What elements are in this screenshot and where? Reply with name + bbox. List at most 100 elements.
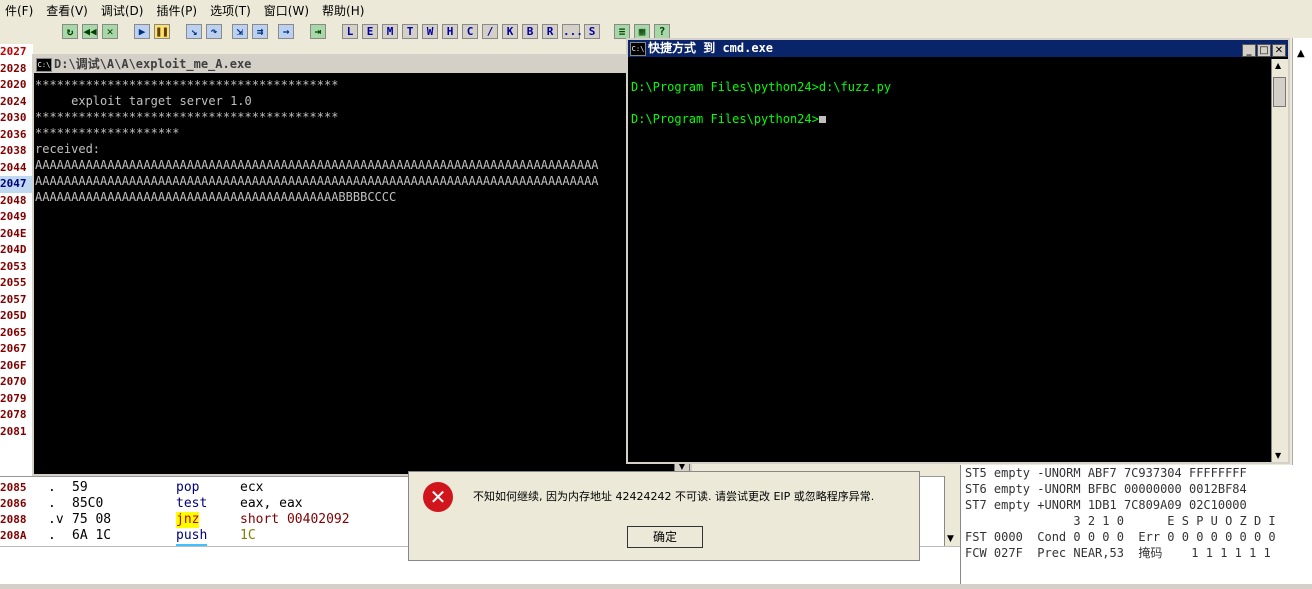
exploit-console-output: ****************************************… (34, 73, 690, 457)
ok-button[interactable]: 确定 (627, 526, 703, 548)
menu-item-4[interactable]: 选项(T) (205, 0, 259, 22)
disasm-address: 2086 (0, 497, 27, 510)
chevron-up-icon[interactable]: ▲ (1297, 48, 1305, 59)
gutter-address: 2024 (0, 94, 27, 108)
gutter-address: 2028 (0, 61, 27, 75)
toolbar-window-button[interactable]: E (362, 24, 378, 39)
gutter-address: 2055 (0, 276, 27, 289)
menu-item-0[interactable]: 件(F) (0, 0, 41, 22)
disasm-row[interactable]: 2086. 85C0 test eax, eax (0, 496, 420, 512)
step-over-icon[interactable]: ↷ (206, 24, 222, 39)
close-icon[interactable]: ✕ (1272, 44, 1286, 57)
exploit-window-titlebar[interactable]: C:\ D:\调试\A\A\exploit_me_A.exe (34, 56, 690, 73)
help-icon[interactable]: ? (654, 24, 670, 39)
gutter-address: 2027 (0, 45, 27, 58)
toolbar-window-button[interactable]: R (542, 24, 558, 39)
gutter-address: 2053 (0, 259, 27, 273)
toolbar-window-button[interactable]: L (342, 24, 358, 39)
gutter-address: 2067 (0, 342, 27, 355)
disasm-row[interactable]: 2085. 59 pop ecx (0, 480, 420, 496)
rewind-icon[interactable]: ◀◀ (82, 24, 98, 39)
disasm-address: 2088 (0, 513, 27, 526)
right-side-pane: ▲ (1292, 38, 1312, 465)
console-line: AAAAAAAAAAAAAAAAAAAAAAAAAAAAAAAAAAAAAAAA… (35, 174, 599, 188)
grid-icon[interactable]: ▦ (634, 24, 650, 39)
toolbar-window-button[interactable]: T (402, 24, 418, 39)
exploit-console-window[interactable]: C:\ D:\调试\A\A\exploit_me_A.exe *********… (32, 54, 692, 476)
trace-into-icon[interactable]: ⇲ (232, 24, 248, 39)
toolbar-window-button[interactable]: K (502, 24, 518, 39)
console-line: ******************** (35, 126, 180, 140)
run-icon[interactable]: ▶ (134, 24, 150, 39)
fpu-register-line: ST5 empty -UNORM ABF7 7C937304 FFFFFFFF (965, 466, 1247, 480)
cmd-window-titlebar[interactable]: C:\ 快捷方式 到 cmd.exe _ □ ✕ (628, 40, 1288, 57)
console-line: ****************************************… (35, 78, 339, 92)
gutter-address: 2070 (0, 375, 27, 388)
scroll-down-icon[interactable]: ▼ (1275, 451, 1281, 460)
error-dialog: ✕ 不知如何继续, 因为内存地址 42424242 不可读. 请尝试更改 EIP… (408, 471, 920, 561)
scroll-down-icon[interactable]: ▼ (947, 534, 954, 544)
fpu-registers-pane: ST5 empty -UNORM ABF7 7C937304 FFFFFFFF S… (960, 465, 1312, 587)
gutter-address: 2038 (0, 144, 27, 157)
gutter-address: 2079 (0, 391, 27, 405)
toolbar-window-button[interactable]: / (482, 24, 498, 39)
trace-over-icon[interactable]: ⇉ (252, 24, 268, 39)
gutter-address: 205D (0, 309, 27, 322)
fpu-register-line: FCW 027F Prec NEAR,53 掩码 1 1 1 1 1 1 (965, 546, 1271, 560)
toolbar-window-button[interactable]: M (382, 24, 398, 39)
scrollbar-thumb[interactable] (1273, 77, 1286, 107)
status-bar (0, 584, 1312, 589)
console-line: received: (35, 142, 101, 156)
list-icon[interactable]: ≡ (614, 24, 630, 39)
menu-item-3[interactable]: 插件(P) (151, 0, 205, 22)
disasm-mnemonic: pop (176, 480, 200, 495)
disasm-row[interactable]: 208A. 6A 1C push 1C (0, 528, 420, 546)
toolbar-window-button[interactable]: S (584, 24, 600, 39)
goto-icon[interactable]: ⇥ (310, 24, 326, 39)
fpu-register-line: 3 2 1 0 E S P U O Z D I (965, 514, 1276, 528)
scroll-up-icon[interactable]: ▲ (1275, 61, 1281, 70)
menu-item-2[interactable]: 调试(D) (96, 0, 152, 22)
disasm-hex: 85C0 (72, 496, 104, 511)
disasm-mnemonic: push (176, 528, 208, 546)
cmd-window[interactable]: C:\ 快捷方式 到 cmd.exe _ □ ✕ D:\Program Files\… (626, 38, 1290, 464)
step-into-icon[interactable]: ↘ (186, 24, 202, 39)
gutter-address: 2078 (0, 408, 27, 421)
error-message: 不知如何继续, 因为内存地址 42424242 不可读. 请尝试更改 EIP 或… (473, 490, 875, 503)
minimize-icon[interactable]: _ (1242, 44, 1256, 57)
console-line: D:\Program Files\python24>d:\fuzz.py (631, 80, 892, 94)
cmd-scrollbar[interactable]: ▲ ▼ (1271, 59, 1288, 462)
menu-item-6[interactable]: 帮助(H) (317, 0, 372, 22)
exploit-window-title: D:\调试\A\A\exploit_me_A.exe (54, 57, 252, 71)
open-icon[interactable]: ↻ (62, 24, 78, 39)
console-line: D:\Program Files\python24> (631, 111, 1288, 127)
execute-till-return-icon[interactable]: → (278, 24, 294, 39)
pause-icon[interactable]: ❚❚ (154, 24, 170, 39)
gutter-address: 2065 (0, 325, 27, 339)
disasm-address: 208A (0, 529, 27, 542)
gutter-address: 2057 (0, 292, 27, 306)
fpu-register-line: ST6 empty -UNORM BFBC 00000000 0012BF84 (965, 482, 1247, 496)
disasm-operand: ecx (240, 480, 264, 495)
maximize-icon[interactable]: □ (1257, 44, 1271, 57)
disasm-row[interactable]: 2088 .v 75 08 jnz short 00402092 (0, 512, 420, 528)
menu-item-5[interactable]: 窗口(W) (259, 0, 317, 22)
console-line: AAAAAAAAAAAAAAAAAAAAAAAAAAAAAAAAAAAAAAAA… (35, 190, 397, 204)
gutter-address: 204E (0, 226, 27, 240)
close-icon[interactable]: ✕ (102, 24, 118, 39)
menu-bar: 件(F) 查看(V) 调试(D) 插件(P) 选项(T) 窗口(W) 帮助(H) (0, 0, 1312, 23)
gutter-address: 2049 (0, 210, 27, 223)
menu-item-1[interactable]: 查看(V) (41, 0, 96, 22)
gutter-address: 2030 (0, 111, 27, 124)
toolbar-window-button[interactable]: B (522, 24, 538, 39)
disasm-scrollbar[interactable]: ▼ (944, 476, 960, 546)
disasm-hex: 59 (72, 480, 88, 495)
disasm-operand: eax, eax (240, 496, 303, 511)
toolbar-window-button[interactable]: C (462, 24, 478, 39)
toolbar-window-button[interactable]: ... (562, 24, 583, 39)
disasm-hex: 6A 1C (72, 528, 112, 543)
cursor-icon (818, 116, 826, 123)
toolbar-window-button[interactable]: H (442, 24, 458, 39)
gutter-address: 206F (0, 358, 27, 372)
toolbar-window-button[interactable]: W (422, 24, 438, 39)
